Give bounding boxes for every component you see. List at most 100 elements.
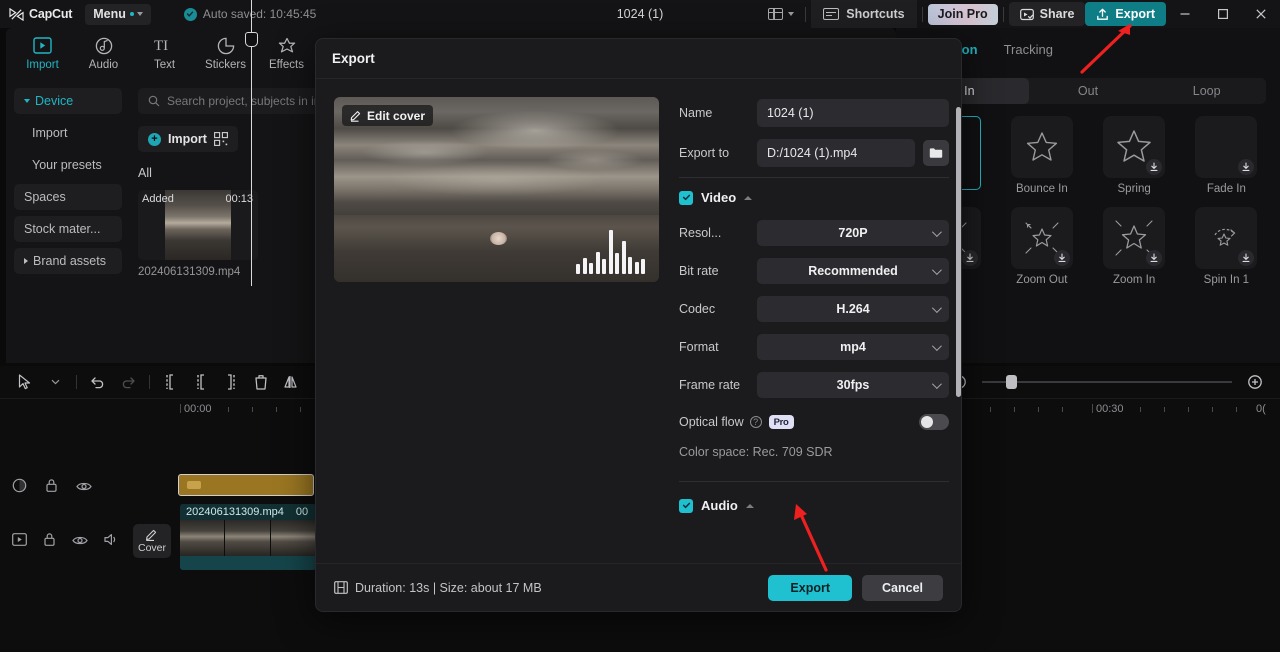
video-checkbox[interactable] [679,190,693,205]
download-icon[interactable] [1146,159,1163,175]
dialog-cancel-button[interactable]: Cancel [862,574,943,601]
segment-out[interactable]: Out [1029,78,1148,104]
browse-folder-button[interactable] [923,140,949,166]
playhead[interactable] [245,0,258,286]
sidebar-item-your-presets[interactable]: Your presets [14,152,122,178]
segment-loop[interactable]: Loop [1147,78,1266,104]
animation-thumb[interactable] [1010,207,1073,269]
stickers-icon [217,36,235,56]
mute-icon[interactable] [104,533,119,551]
opacity-icon[interactable] [12,478,27,498]
duration-text: Duration: 13s | Size: about 17 MB [355,580,542,595]
zoom-slider[interactable] [982,373,1232,391]
codec-select[interactable]: H.264 [757,296,949,322]
sidebar-item-label: Your presets [32,158,102,172]
visibility-icon[interactable] [76,479,92,497]
optical-flow-toggle[interactable] [919,414,949,430]
sidebar-item-import[interactable]: Import [14,120,122,146]
select-tool-button[interactable] [10,368,40,396]
join-pro-button[interactable]: Join Pro [927,3,998,25]
tab-import[interactable]: Import [14,36,71,71]
chevron-up-icon[interactable] [745,503,754,508]
sidebar-item-spaces[interactable]: Spaces [14,184,122,210]
layout-button[interactable] [762,0,800,28]
export-path-input[interactable]: D:/1024 (1).mp4 [757,139,915,167]
name-input[interactable]: 1024 (1) [757,99,949,127]
download-icon[interactable] [1238,159,1255,175]
lock-icon[interactable] [43,532,56,552]
chevron-up-icon[interactable] [744,195,753,200]
video-section-header[interactable]: Video [679,190,949,205]
animation-item-spring[interactable]: Spring [1095,116,1174,195]
playhead-handle[interactable] [245,32,258,47]
qr-code-icon[interactable] [213,132,228,146]
export-button-top[interactable]: Export [1085,2,1166,26]
tab-stickers-label: Stickers [205,58,246,71]
visibility-icon[interactable] [72,533,88,551]
undo-button[interactable] [83,368,113,396]
close-button[interactable] [1242,0,1280,28]
media-item[interactable]: Added 00:13 202406131309.mp4 [138,190,258,278]
export-label-top: Export [1115,7,1155,21]
audio-checkbox[interactable] [679,498,693,513]
animation-item-fade-in[interactable]: Fade In [1187,116,1266,195]
import-media-button[interactable]: + Import [138,126,238,152]
video-track-icon[interactable] [12,533,27,551]
share-button[interactable]: Share [1008,2,1086,26]
resolution-label: Resol... [679,226,722,240]
animation-thumb[interactable] [1103,207,1166,269]
delete-button[interactable] [246,368,276,396]
cover-button[interactable]: Cover [133,524,171,558]
tool-dropdown-button[interactable] [40,368,70,396]
animation-thumb[interactable] [1010,116,1073,178]
edit-cover-button[interactable]: Edit cover [342,105,434,126]
animation-item-spin-in-1[interactable]: Spin In 1 [1187,207,1266,286]
cover-preview[interactable]: Edit cover [334,97,659,282]
bitrate-select[interactable]: Recommended [757,258,949,284]
split-button[interactable] [156,368,186,396]
slider-thumb[interactable] [1006,375,1017,389]
tab-text[interactable]: TI Text [136,36,193,71]
caption-clip[interactable] [178,474,314,496]
audio-section-header[interactable]: Audio [679,498,949,513]
animation-thumb[interactable] [1195,207,1258,269]
animation-thumb[interactable] [1103,116,1166,178]
trim-end-button[interactable] [216,368,246,396]
download-icon[interactable] [1053,250,1070,266]
animation-item-zoom-out[interactable]: Zoom Out [1002,207,1081,286]
edit-pencil-icon [350,110,361,122]
name-value: 1024 (1) [767,106,814,120]
media-nav: Device Import Your presets Spaces Stock … [6,78,130,363]
download-icon[interactable] [961,250,978,266]
help-icon[interactable]: ? [749,416,762,428]
tab-tracking[interactable]: Tracking [1004,42,1053,57]
trim-start-button[interactable] [186,368,216,396]
dialog-export-button[interactable]: Export [768,574,852,601]
animation-thumb[interactable] [1195,116,1258,178]
download-icon[interactable] [1146,250,1163,266]
settings-scrollbar[interactable] [956,107,961,397]
video-clip[interactable]: 202406131309.mp4 00 [180,504,316,570]
sidebar-item-stock-materials[interactable]: Stock mater... [14,216,122,242]
maximize-button[interactable] [1204,0,1242,28]
tab-effects[interactable]: Effects [258,36,315,71]
format-select[interactable]: mp4 [757,334,949,360]
media-thumbnail[interactable]: Added 00:13 [138,190,258,260]
animation-item-zoom-in[interactable]: Zoom In [1095,207,1174,286]
resolution-select[interactable]: 720P [757,220,949,246]
shortcuts-button[interactable]: Shortcuts [811,0,917,28]
lock-icon[interactable] [45,478,58,498]
duration-info: Duration: 13s | Size: about 17 MB [334,581,542,595]
download-icon[interactable] [1238,250,1255,266]
framerate-select[interactable]: 30fps [757,372,949,398]
animation-item-bounce-in[interactable]: Bounce In [1002,116,1081,195]
sidebar-item-device[interactable]: Device [14,88,122,114]
menu-button[interactable]: Menu [85,3,151,25]
layout-icon [768,7,784,21]
redo-button[interactable] [113,368,143,396]
zoom-in-button[interactable] [1240,368,1270,396]
tab-audio[interactable]: Audio [75,36,132,71]
minimize-button[interactable] [1166,0,1204,28]
mirror-button[interactable] [276,368,306,396]
sidebar-item-brand-assets[interactable]: Brand assets [14,248,122,274]
